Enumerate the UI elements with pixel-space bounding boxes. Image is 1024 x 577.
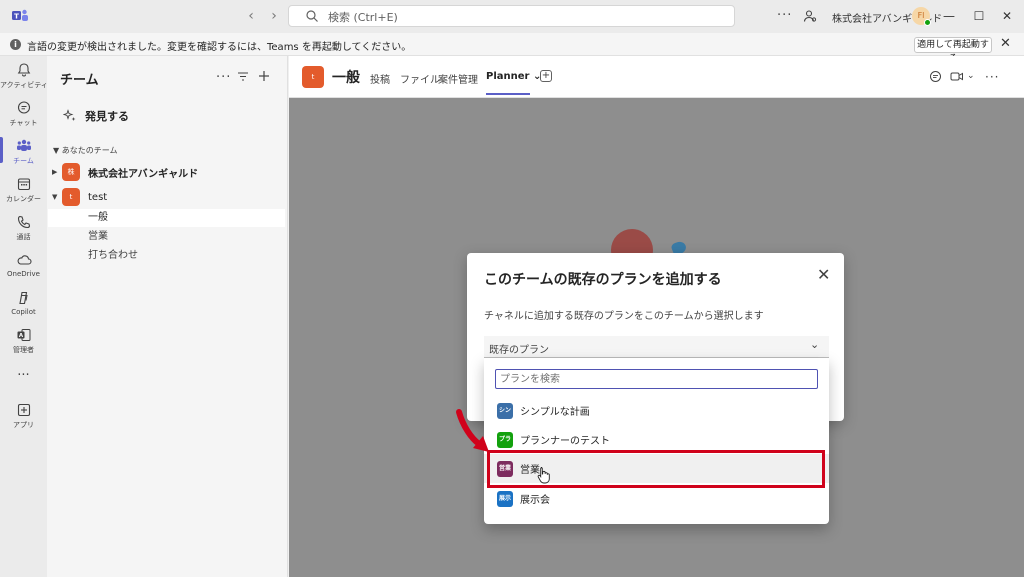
rail-label: アプリ (13, 421, 34, 429)
meeting-chat-icon[interactable] (929, 70, 942, 83)
search-placeholder: 検索 (Ctrl+E) (328, 11, 398, 24)
rail-label: OneDrive (7, 270, 40, 278)
channel-item-general[interactable]: 一般 (48, 209, 285, 227)
rail-item-admin[interactable]: A 管理者 (0, 327, 47, 355)
dialog-close-icon[interactable]: ✕ (817, 265, 830, 284)
apply-restart-button[interactable]: 適用して再起動する (914, 37, 992, 64)
svg-text:T: T (14, 13, 19, 21)
channel-item-sales[interactable]: 営業 (48, 228, 285, 246)
chevron-down-icon[interactable]: ⌄ (967, 71, 975, 81)
add-app-icon (17, 403, 30, 417)
team-name: 株式会社アバンギャルド (88, 168, 199, 180)
teams-logo-icon: T (12, 9, 28, 21)
rail-item-onedrive[interactable]: OneDrive (0, 252, 47, 278)
add-icon[interactable] (258, 70, 270, 82)
bell-icon (17, 63, 30, 77)
rail-label: アクティビティ (0, 81, 48, 89)
video-call-icon[interactable] (950, 71, 964, 82)
plan-option[interactable]: 展示 展示会 (484, 484, 829, 513)
discover-button[interactable]: 発見する (63, 107, 129, 125)
existing-plan-select-label: 既存のプラン (489, 345, 549, 356)
dialog-description: チャネルに追加する既存のプランをこのチームから選択します (484, 311, 764, 322)
tab-posts[interactable]: 投稿 (370, 71, 390, 86)
back-arrow-icon[interactable]: ‹ (243, 8, 259, 24)
rail-label: カレンダー (6, 195, 41, 203)
team-avatar: t (62, 188, 80, 206)
team-row[interactable]: ▶ 株 株式会社アバンギャルド (52, 162, 198, 182)
rail-label: チャット (9, 119, 38, 127)
rail-label: 管理者 (13, 346, 34, 354)
channel-item-meetings[interactable]: 打ち合わせ (48, 247, 285, 265)
section-label: あなたのチーム (61, 146, 118, 155)
rail-label: チーム (13, 157, 34, 165)
chevron-down-icon[interactable]: ⌄ (810, 338, 819, 351)
plan-badge: 展示 (497, 490, 513, 507)
red-arrow-icon (456, 409, 489, 452)
channel-avatar: t (302, 66, 324, 88)
hand-cursor-icon (537, 467, 550, 484)
copilot-icon (18, 291, 28, 305)
admin-icon: A (17, 329, 30, 341)
calendar-icon (17, 178, 30, 191)
active-tab-indicator (486, 93, 530, 95)
filter-icon[interactable] (237, 71, 249, 82)
add-tab-icon[interactable]: + (540, 70, 552, 82)
rail-item-activity[interactable]: アクティビティ (0, 62, 48, 90)
tab-planner[interactable]: Planner ⌄ (486, 71, 541, 82)
plan-badge: シン (497, 402, 513, 419)
phone-icon (17, 215, 30, 229)
window-close-button[interactable]: ✕ (997, 7, 1017, 25)
team-avatar: 株 (62, 163, 80, 181)
team-panel (47, 56, 288, 577)
dialog-title: このチームの既存のプランを追加する (484, 272, 722, 288)
your-teams-section[interactable]: ▼ あなたのチーム (53, 145, 117, 156)
rail-label: 通話 (16, 233, 31, 241)
team-panel-title: チーム (60, 73, 99, 88)
plan-option[interactable]: シン シンプルな計画 (484, 396, 829, 425)
app-rail (0, 56, 47, 577)
discover-label: 発見する (85, 110, 129, 123)
notification-text: 言語の変更が検出されました。変更を確認するには、Teams を再起動してください… (27, 42, 412, 53)
rail-item-calendar[interactable]: カレンダー (0, 176, 47, 204)
plan-name: 展示会 (520, 495, 550, 506)
rail-label: Copilot (11, 308, 36, 316)
rail-item-apps[interactable]: アプリ (0, 402, 47, 430)
more-options-icon[interactable]: ··· (216, 70, 231, 85)
tab-label: Planner (486, 71, 530, 82)
team-row[interactable]: ▼ t test (52, 187, 107, 207)
plan-search-input[interactable] (495, 369, 818, 389)
team-name: test (88, 191, 108, 203)
caret-right-icon: ▶ (52, 168, 58, 176)
plan-name: シンプルな計画 (520, 407, 590, 418)
people-settings-icon[interactable] (803, 9, 817, 23)
channel-title: 一般 (332, 70, 360, 86)
plan-name: プランナーのテスト (520, 436, 610, 447)
rail-more-icon[interactable]: ··· (0, 368, 47, 383)
more-options-icon[interactable]: ··· (985, 70, 999, 84)
sparkle-icon (63, 109, 76, 121)
caret-down-icon: ▼ (52, 193, 58, 201)
tab-files[interactable]: ファイル (400, 71, 440, 86)
rail-item-copilot[interactable]: Copilot (0, 290, 47, 316)
forward-arrow-icon[interactable]: › (266, 8, 282, 24)
svg-text:A: A (18, 333, 23, 339)
chat-icon (17, 101, 30, 114)
plan-badge: プラ (497, 431, 513, 448)
rail-item-calls[interactable]: 通話 (0, 214, 47, 242)
info-icon: i (10, 39, 21, 50)
notification-close-icon[interactable]: ✕ (1000, 36, 1011, 51)
search-icon (306, 10, 318, 22)
maximize-button[interactable]: ☐ (969, 7, 989, 25)
teams-icon (16, 139, 31, 151)
caret-down-icon: ▼ (53, 146, 62, 155)
presence-status-icon (924, 19, 931, 26)
cloud-icon (17, 255, 32, 265)
more-options-icon[interactable]: ··· (777, 8, 792, 23)
rail-item-chat[interactable]: チャット (0, 100, 47, 128)
rail-item-teams[interactable]: チーム (0, 138, 47, 166)
minimize-button[interactable]: — (939, 7, 959, 25)
tab-project-management[interactable]: 案件管理 (438, 71, 478, 86)
